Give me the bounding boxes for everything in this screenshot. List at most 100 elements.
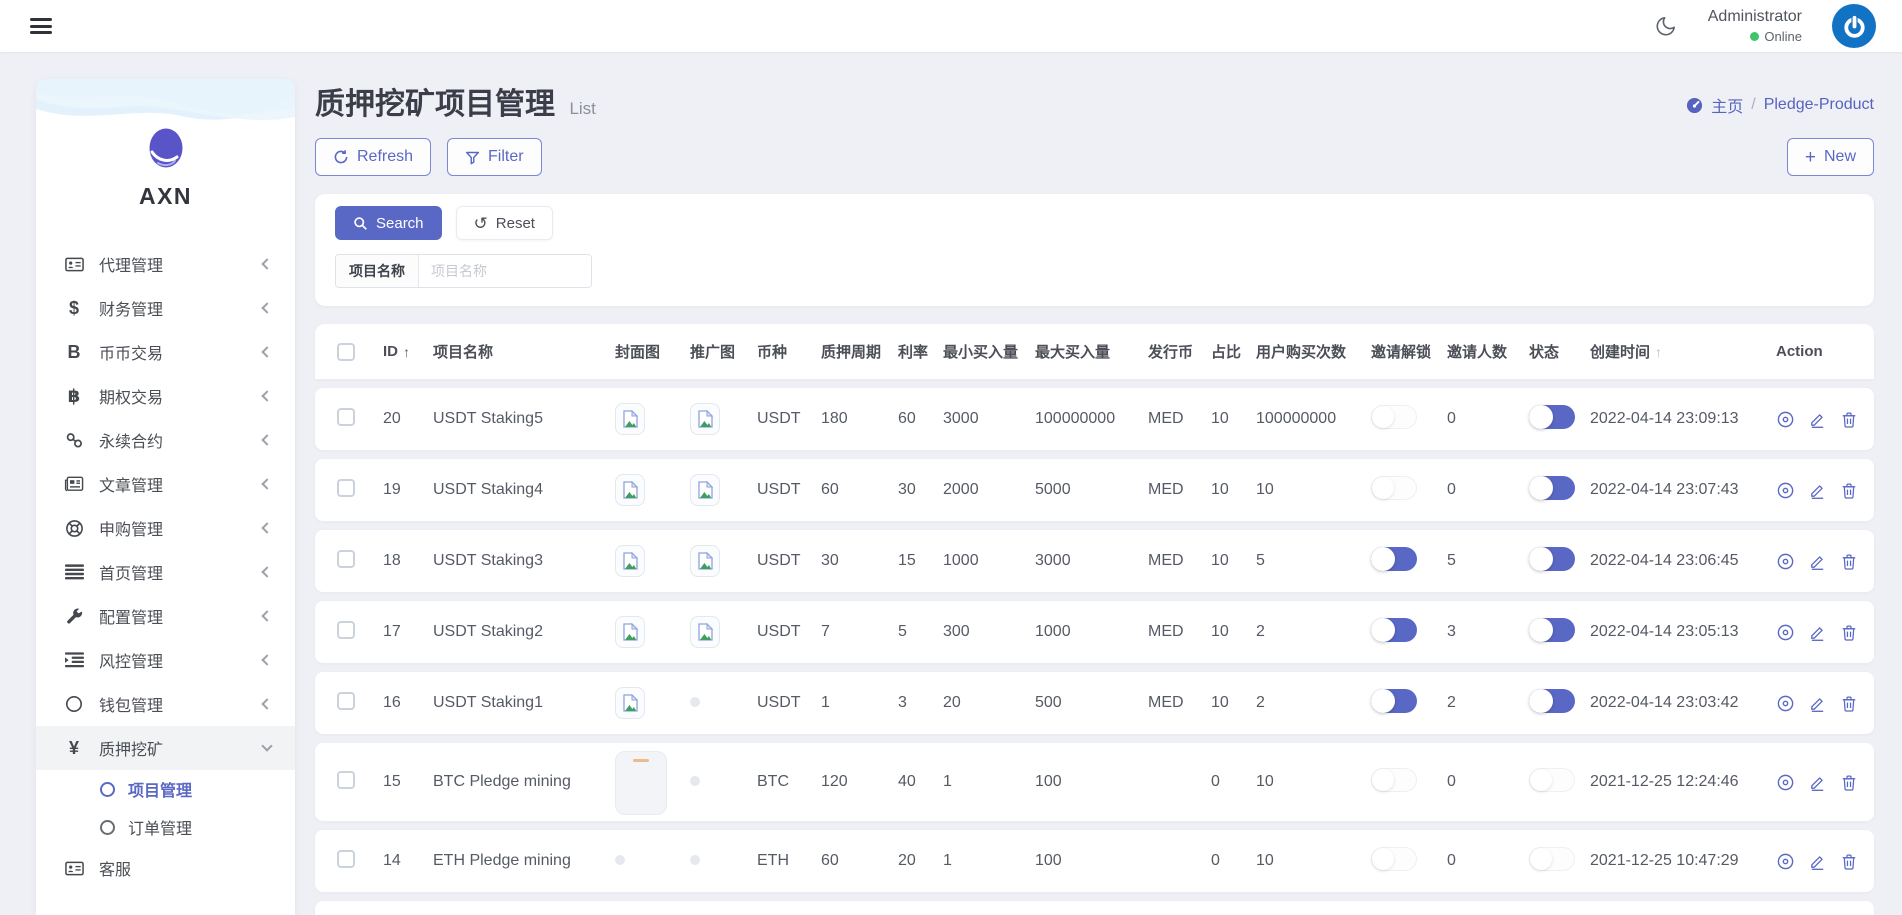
invite-unlock-toggle[interactable] bbox=[1371, 847, 1417, 871]
cell-min-buy: 2000 bbox=[943, 481, 1035, 499]
online-dot-icon bbox=[1750, 32, 1759, 41]
sidebar-item-7[interactable]: 申购管理 bbox=[36, 506, 295, 550]
view-button[interactable] bbox=[1776, 773, 1795, 792]
user-status: Online bbox=[1750, 29, 1802, 44]
cell-cover-image bbox=[615, 474, 690, 506]
cell-promo-image bbox=[690, 616, 757, 648]
invite-unlock-toggle[interactable] bbox=[1371, 405, 1417, 429]
delete-button[interactable] bbox=[1840, 481, 1858, 500]
cell-created-time: 2022-04-14 23:07:43 bbox=[1590, 481, 1776, 499]
invite-unlock-toggle[interactable] bbox=[1371, 476, 1417, 500]
reset-button[interactable]: ↺ Reset bbox=[456, 206, 553, 240]
header-created-time[interactable]: 创建时间↑ bbox=[1590, 341, 1776, 362]
cell-cover-image bbox=[615, 616, 690, 648]
cell-ratio: 10 bbox=[1211, 410, 1256, 428]
delete-button[interactable] bbox=[1840, 852, 1858, 871]
header-min-buy: 最小买入量 bbox=[943, 341, 1035, 362]
row-checkbox[interactable] bbox=[337, 408, 355, 426]
status-toggle[interactable] bbox=[1529, 689, 1575, 713]
delete-button[interactable] bbox=[1840, 623, 1858, 642]
logo-text: AXN bbox=[139, 183, 192, 210]
sidebar-item-12[interactable]: ¥ 质押挖矿 bbox=[36, 726, 295, 770]
sidebar-item-4[interactable]: ฿ 期权交易 bbox=[36, 374, 295, 418]
status-toggle[interactable] bbox=[1529, 847, 1575, 871]
sidebar-item-3[interactable]: B 币币交易 bbox=[36, 330, 295, 374]
sidebar-item-8[interactable]: 首页管理 bbox=[36, 550, 295, 594]
cell-id: 20 bbox=[383, 410, 433, 428]
cell-max-buy: 3000 bbox=[1035, 552, 1148, 570]
hamburger-menu-icon[interactable] bbox=[30, 14, 52, 37]
header-project-name: 项目名称 bbox=[433, 341, 615, 362]
broken-image-thumbnail bbox=[615, 474, 645, 506]
new-button[interactable]: + New bbox=[1787, 138, 1874, 176]
avatar[interactable] bbox=[1832, 4, 1876, 48]
sidebar-item-9[interactable]: 配置管理 bbox=[36, 594, 295, 638]
view-button[interactable] bbox=[1776, 481, 1795, 500]
row-checkbox[interactable] bbox=[337, 771, 355, 789]
chevron-left-icon bbox=[261, 522, 272, 533]
delete-button[interactable] bbox=[1840, 773, 1858, 792]
sidebar-item-10[interactable]: 风控管理 bbox=[36, 638, 295, 682]
edit-button[interactable] bbox=[1808, 410, 1827, 429]
search-button[interactable]: Search bbox=[335, 206, 442, 240]
breadcrumb-current[interactable]: Pledge-Product bbox=[1764, 96, 1874, 114]
select-all-checkbox[interactable] bbox=[337, 343, 355, 361]
status-toggle[interactable] bbox=[1529, 618, 1575, 642]
edit-button[interactable] bbox=[1808, 694, 1827, 713]
delete-button[interactable] bbox=[1840, 410, 1858, 429]
status-toggle[interactable] bbox=[1529, 476, 1575, 500]
chevron-left-icon bbox=[261, 566, 272, 577]
sidebar-item-13[interactable]: 客服 bbox=[36, 846, 295, 890]
cell-buy-times: 2 bbox=[1256, 623, 1371, 641]
edit-button[interactable] bbox=[1808, 623, 1827, 642]
sidebar-item-2[interactable]: $ 财务管理 bbox=[36, 286, 295, 330]
invite-unlock-toggle[interactable] bbox=[1371, 768, 1417, 792]
outdent-icon bbox=[62, 652, 86, 668]
status-toggle[interactable] bbox=[1529, 547, 1575, 571]
status-toggle[interactable] bbox=[1529, 768, 1575, 792]
row-checkbox[interactable] bbox=[337, 479, 355, 497]
invite-unlock-toggle[interactable] bbox=[1371, 618, 1417, 642]
row-checkbox[interactable] bbox=[337, 692, 355, 710]
cell-issue-coin: MED bbox=[1148, 410, 1211, 428]
edit-button[interactable] bbox=[1808, 552, 1827, 571]
sidebar-item-11[interactable]: 钱包管理 bbox=[36, 682, 295, 726]
sidebar-item-5[interactable]: 永续合约 bbox=[36, 418, 295, 462]
sidebar-subitem-2[interactable]: 订单管理 bbox=[36, 808, 295, 846]
edit-button[interactable] bbox=[1808, 481, 1827, 500]
view-button[interactable] bbox=[1776, 552, 1795, 571]
cell-created-time: 2022-04-14 23:06:45 bbox=[1590, 552, 1776, 570]
delete-button[interactable] bbox=[1840, 694, 1858, 713]
sidebar-subitem-1[interactable]: 项目管理 bbox=[36, 770, 295, 808]
table-row: 17 USDT Staking2 USDT 7 5 300 1000 MED 1… bbox=[315, 601, 1874, 663]
edit-button[interactable] bbox=[1808, 773, 1827, 792]
row-checkbox[interactable] bbox=[337, 850, 355, 868]
sidebar-item-1[interactable]: 代理管理 bbox=[36, 242, 295, 286]
row-checkbox[interactable] bbox=[337, 621, 355, 639]
dark-mode-moon-icon[interactable] bbox=[1654, 14, 1678, 38]
cell-coin: USDT bbox=[757, 623, 821, 641]
breadcrumb-home-link[interactable]: 主页 bbox=[1711, 93, 1743, 117]
status-toggle[interactable] bbox=[1529, 405, 1575, 429]
filter-button[interactable]: Filter bbox=[447, 138, 542, 176]
broken-image-thumbnail bbox=[690, 616, 720, 648]
row-checkbox[interactable] bbox=[337, 550, 355, 568]
view-button[interactable] bbox=[1776, 852, 1795, 871]
user-name: Administrator bbox=[1708, 8, 1802, 26]
view-button[interactable] bbox=[1776, 623, 1795, 642]
delete-button[interactable] bbox=[1840, 552, 1858, 571]
logo-icon bbox=[148, 127, 184, 174]
header-id[interactable]: ID↑ bbox=[383, 343, 433, 360]
project-name-input[interactable] bbox=[419, 255, 591, 287]
cell-promo-image bbox=[690, 773, 757, 791]
sidebar-item-6[interactable]: 文章管理 bbox=[36, 462, 295, 506]
view-button[interactable] bbox=[1776, 410, 1795, 429]
wrench-icon bbox=[62, 607, 86, 625]
invite-unlock-toggle[interactable] bbox=[1371, 547, 1417, 571]
edit-button[interactable] bbox=[1808, 852, 1827, 871]
invite-unlock-toggle[interactable] bbox=[1371, 689, 1417, 713]
cell-buy-times: 5 bbox=[1256, 552, 1371, 570]
view-button[interactable] bbox=[1776, 694, 1795, 713]
empty-image-placeholder bbox=[690, 697, 700, 707]
refresh-button[interactable]: Refresh bbox=[315, 138, 431, 176]
